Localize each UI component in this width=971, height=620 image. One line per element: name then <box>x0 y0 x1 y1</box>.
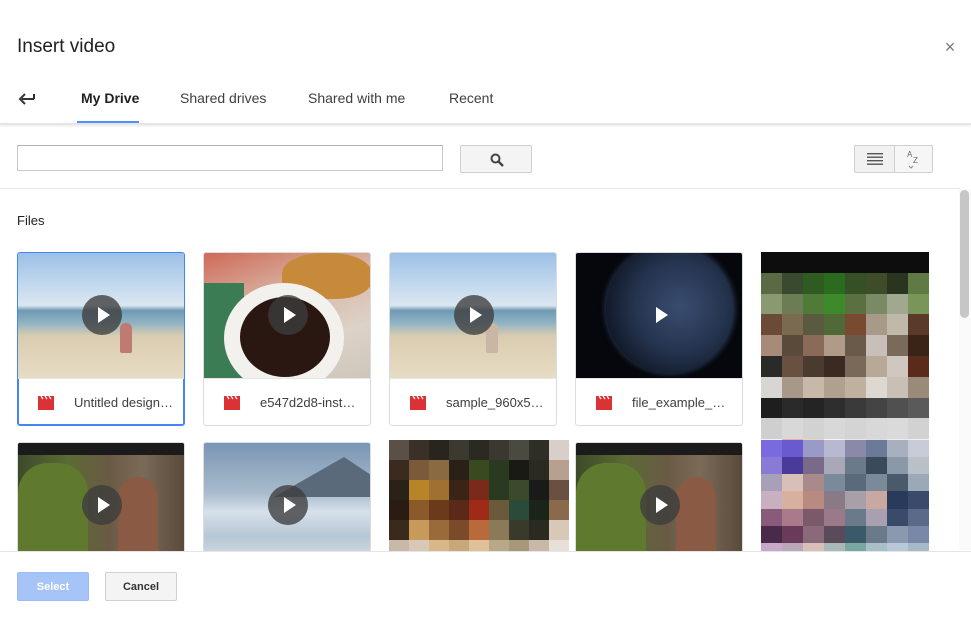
play-icon <box>268 295 308 335</box>
video-thumbnail <box>18 253 184 378</box>
play-icon <box>640 295 680 335</box>
file-card-pixelated[interactable] <box>389 440 569 551</box>
search-button[interactable] <box>460 145 532 173</box>
select-button[interactable]: Select <box>17 572 89 601</box>
header-divider <box>0 123 971 125</box>
file-card-pixelated[interactable] <box>761 440 929 551</box>
file-card[interactable] <box>575 442 743 551</box>
video-thumbnail <box>204 443 370 551</box>
video-thumbnail <box>576 443 742 551</box>
file-card[interactable]: sample_960x5… <box>389 252 557 426</box>
tab-recent[interactable]: Recent <box>449 90 493 106</box>
file-card[interactable] <box>203 442 371 551</box>
sort-button[interactable]: A Z <box>895 145 933 173</box>
video-file-icon <box>224 396 240 410</box>
file-grid: Files Untitled design… e547d2d8-inst… sa… <box>0 189 959 551</box>
video-file-icon <box>596 396 612 410</box>
file-name: Untitled design… <box>74 395 173 410</box>
file-card[interactable]: file_example_… <box>575 252 743 426</box>
play-icon <box>82 295 122 335</box>
video-thumbnail <box>576 253 742 378</box>
file-card[interactable] <box>17 442 185 551</box>
file-name: e547d2d8-inst… <box>260 395 356 410</box>
file-name: file_example_… <box>632 395 726 410</box>
file-card[interactable]: Untitled design… <box>17 252 185 426</box>
file-card-pixelated[interactable] <box>761 252 929 460</box>
footer-divider <box>0 551 971 552</box>
scrollbar-thumb[interactable] <box>960 190 969 318</box>
video-thumbnail <box>204 253 370 378</box>
video-file-icon <box>38 396 54 410</box>
tab-shared-with-me[interactable]: Shared with me <box>308 90 405 106</box>
video-file-icon <box>410 396 426 410</box>
play-icon <box>640 485 680 525</box>
svg-text:Z: Z <box>913 156 918 165</box>
insert-video-dialog: Insert video × My Drive Shared drives Sh… <box>0 0 971 620</box>
play-icon <box>454 295 494 335</box>
video-thumbnail <box>390 253 556 378</box>
list-view-button[interactable] <box>854 145 895 173</box>
close-icon[interactable]: × <box>941 38 959 56</box>
video-thumbnail <box>18 443 184 551</box>
play-icon <box>82 485 122 525</box>
file-card[interactable]: e547d2d8-inst… <box>203 252 371 426</box>
tab-shared-drives[interactable]: Shared drives <box>180 90 266 106</box>
file-name: sample_960x5… <box>446 395 544 410</box>
back-arrow-icon[interactable] <box>18 90 36 106</box>
tab-my-drive[interactable]: My Drive <box>81 90 139 106</box>
files-section-label: Files <box>17 213 45 228</box>
dialog-title: Insert video <box>17 36 116 57</box>
sort-az-icon: A Z <box>907 150 918 169</box>
search-input[interactable] <box>17 145 443 171</box>
search-icon <box>490 153 504 167</box>
list-view-icon <box>867 153 883 165</box>
play-icon <box>268 485 308 525</box>
cancel-button[interactable]: Cancel <box>105 572 177 601</box>
